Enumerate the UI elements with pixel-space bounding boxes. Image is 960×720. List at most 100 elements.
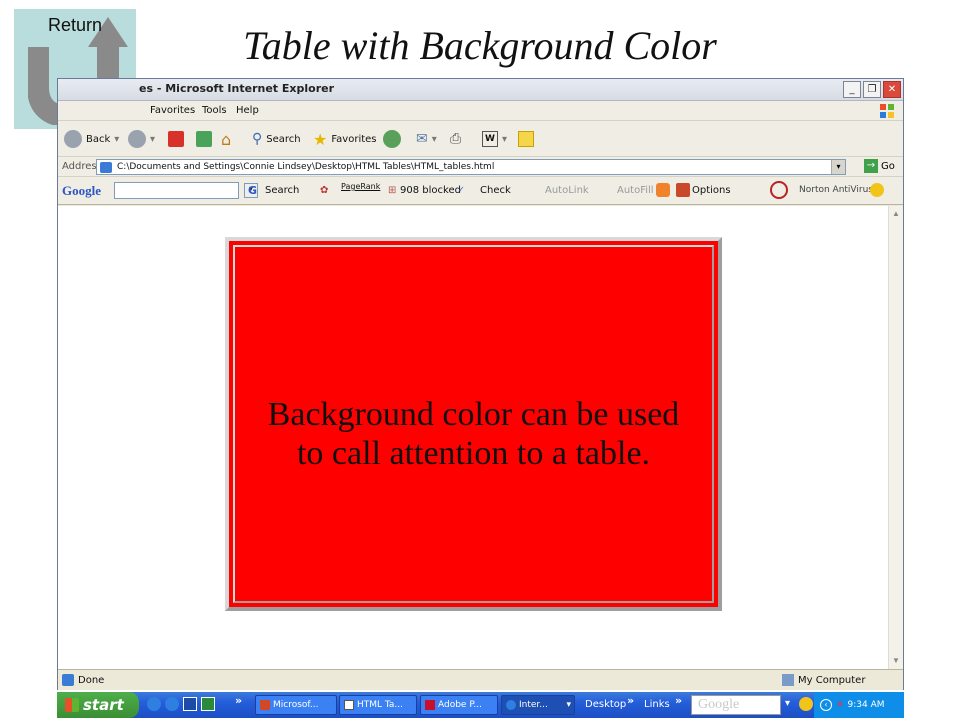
window-title: es - Microsoft Internet Explorer — [139, 82, 334, 95]
back-button[interactable]: Back ▾ — [64, 129, 119, 149]
go-button[interactable]: → Go — [864, 159, 895, 173]
quick-launch-word-icon[interactable] — [183, 697, 197, 711]
buddy-icon[interactable] — [799, 697, 813, 711]
history-button[interactable] — [383, 129, 401, 149]
refresh-icon — [196, 131, 212, 147]
norton-antivirus-label[interactable]: Norton AntiVirus — [799, 185, 873, 195]
messenger-button[interactable] — [518, 129, 534, 149]
background-color-table: Background color can be used to call att… — [225, 237, 722, 611]
back-arrow-icon — [64, 130, 82, 148]
autofill-button[interactable]: AutoFill — [617, 185, 654, 196]
spellcheck-icon: ✓ — [458, 185, 465, 194]
autolink-button[interactable]: AutoLink — [545, 185, 589, 196]
pagerank-indicator[interactable]: PageRank — [341, 182, 380, 191]
task-label: Microsof... — [273, 700, 319, 710]
title-bar: es - Microsoft Internet Explorer _ ❐ ✕ — [58, 79, 903, 101]
google-deskbar-logo: Google — [698, 697, 740, 712]
popup-blocker-icon: ⊞ — [388, 185, 397, 196]
computer-icon — [782, 674, 794, 686]
task-html-tables[interactable]: HTML Ta... — [339, 695, 417, 715]
quick-launch-excel-icon[interactable] — [201, 697, 215, 711]
mail-icon: ✉ — [416, 131, 428, 147]
favorites-label: Favorites — [331, 133, 377, 145]
menu-tools[interactable]: Tools — [202, 105, 227, 116]
print-button[interactable]: ⎙ — [450, 129, 461, 149]
restore-button[interactable]: ❐ — [863, 81, 881, 98]
norton-shield-icon — [770, 181, 788, 199]
quick-launch-ie-icon[interactable] — [147, 697, 161, 711]
google-logo[interactable]: Google — [62, 183, 101, 199]
system-tray: ‹ ✕ 9:34 AM — [814, 692, 904, 718]
chevron-down-icon: ▾ — [114, 133, 120, 145]
links-more-icon[interactable]: » — [675, 694, 682, 707]
adobe-icon — [425, 700, 435, 710]
desktop-more-icon[interactable]: » — [627, 694, 634, 707]
google-search-button[interactable]: Search — [265, 185, 299, 196]
clock[interactable]: 9:34 AM — [848, 700, 885, 710]
edit-button[interactable]: W ▾ — [482, 129, 507, 149]
spellcheck-button[interactable]: Check — [480, 185, 511, 196]
minimize-button[interactable]: _ — [843, 81, 861, 98]
windows-taskbar: start » Microsof... HTML Ta... Adobe P..… — [57, 692, 904, 718]
task-internet-explorer[interactable]: Inter... ▾ — [501, 695, 575, 715]
menu-bar: Favorites Tools Help — [58, 101, 903, 121]
home-icon: ⌂ — [221, 129, 232, 149]
task-label: Inter... — [519, 700, 548, 710]
chevron-down-icon: ▾ — [502, 133, 508, 145]
mail-button[interactable]: ✉ ▾ — [416, 129, 437, 149]
search-button[interactable]: ⚲ Search — [252, 129, 301, 149]
stop-button[interactable] — [168, 129, 184, 149]
scroll-up-arrow-icon[interactable]: ▲ — [890, 208, 902, 220]
quick-launch-more-icon[interactable]: » — [235, 694, 242, 707]
task-label: HTML Ta... — [357, 700, 404, 710]
windows-flag-icon — [65, 698, 79, 712]
back-label: Back — [86, 133, 111, 145]
window-controls: _ ❐ ✕ — [843, 81, 901, 98]
task-powerpoint[interactable]: Microsof... — [255, 695, 337, 715]
scroll-down-arrow-icon[interactable]: ▼ — [890, 655, 902, 667]
word-icon: W — [482, 131, 498, 147]
options-button[interactable]: Options — [692, 185, 731, 196]
chevron-down-icon: ▾ — [150, 133, 156, 145]
links-toolbar[interactable]: Links — [644, 699, 670, 710]
favorites-button[interactable]: ★ Favorites — [313, 129, 377, 149]
zone-text: My Computer — [798, 674, 866, 686]
star-icon: ★ — [313, 129, 328, 149]
desktop-toolbar[interactable]: Desktop — [585, 699, 626, 710]
deskbar-options-icon[interactable]: ▾ — [785, 698, 790, 709]
refresh-button[interactable] — [196, 129, 212, 149]
quick-launch-ie2-icon[interactable] — [165, 697, 179, 711]
norton-status-icon[interactable] — [870, 183, 884, 197]
go-label: Go — [881, 160, 895, 172]
home-button[interactable]: ⌂ — [221, 129, 231, 149]
slide-title: Table with Background Color — [243, 23, 717, 68]
standard-toolbar: Back ▾ ▾ ⌂ ⚲ Search ★ Favorites ✉ ▾ ⎙ W … — [58, 121, 903, 157]
options-icon — [676, 183, 690, 197]
address-dropdown-icon[interactable]: ▾ — [831, 160, 845, 174]
forward-button[interactable]: ▾ — [128, 129, 155, 149]
news-icon: ✿ — [320, 185, 329, 196]
blogger-icon[interactable] — [656, 183, 670, 197]
notepad-icon — [344, 700, 354, 710]
browser-window: es - Microsoft Internet Explorer _ ❐ ✕ F… — [57, 78, 904, 690]
powerpoint-icon — [260, 700, 270, 710]
menu-help[interactable]: Help — [236, 105, 259, 116]
task-adobe[interactable]: Adobe P... — [420, 695, 498, 715]
start-label: start — [83, 696, 124, 714]
popup-blocked-count[interactable]: 908 blocked — [400, 185, 461, 196]
menu-favorites[interactable]: Favorites — [150, 105, 195, 116]
google-deskbar[interactable]: Google — [691, 695, 781, 715]
forward-arrow-icon — [128, 130, 146, 148]
tray-arrow-icon[interactable]: ‹ — [820, 699, 832, 711]
google-search-input[interactable] — [114, 182, 239, 199]
address-bar: Address C:\Documents and Settings\Connie… — [58, 157, 903, 177]
page-icon — [100, 162, 112, 173]
address-input[interactable]: C:\Documents and Settings\Connie Lindsey… — [96, 159, 846, 175]
vertical-scrollbar[interactable]: ▲ ▼ — [888, 206, 903, 669]
close-button[interactable]: ✕ — [883, 81, 901, 98]
history-icon — [383, 130, 401, 148]
security-zone: My Computer — [782, 674, 865, 686]
page-done-icon — [62, 674, 74, 686]
network-disconnected-icon[interactable]: ✕ — [836, 700, 844, 710]
start-button[interactable]: start — [57, 692, 139, 718]
